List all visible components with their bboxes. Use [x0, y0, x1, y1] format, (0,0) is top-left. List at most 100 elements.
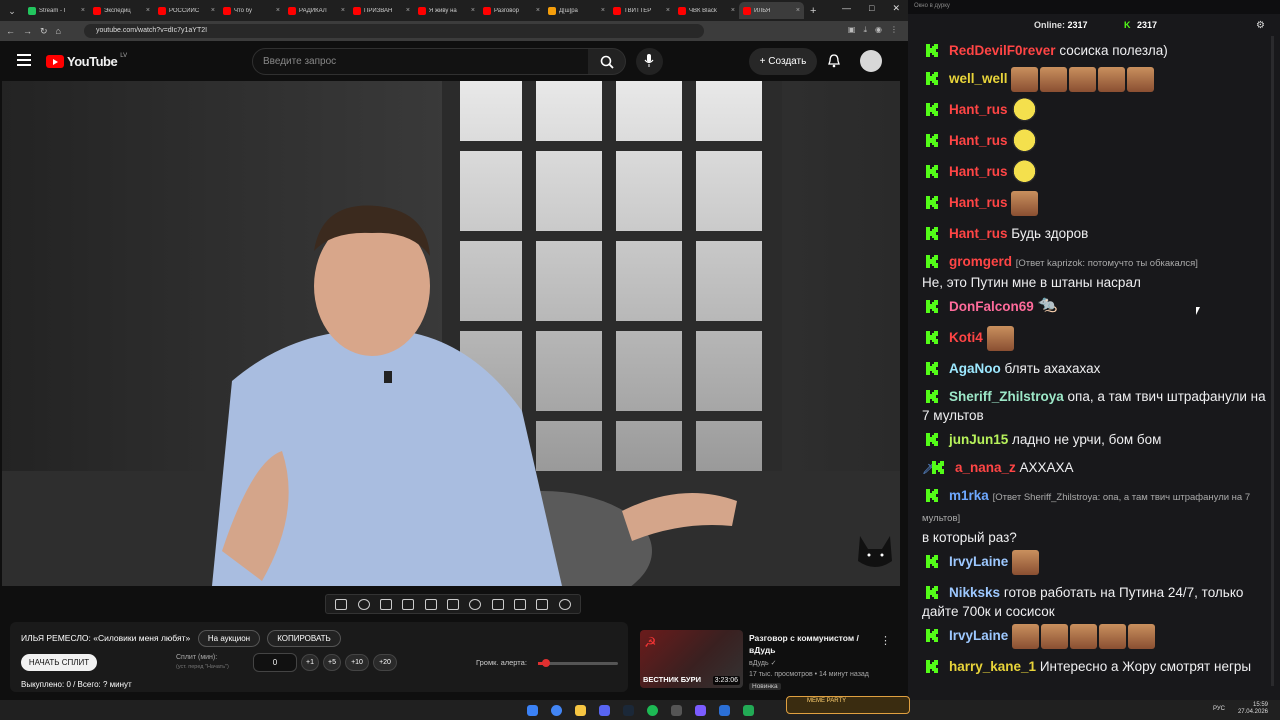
browser-tab[interactable]: ИЛЬЯ ×	[739, 2, 804, 19]
menu-icon[interactable]: ⋮	[890, 25, 898, 35]
browser-tab[interactable]: РОССИЙС ×	[154, 2, 219, 19]
chat-username[interactable]: gromgerd	[949, 254, 1012, 269]
bee-emote-icon[interactable]	[1011, 129, 1039, 154]
tab-search-icon[interactable]: ⌄	[4, 3, 20, 19]
browser-tab[interactable]: Что бу ×	[219, 2, 284, 19]
close-tab-icon[interactable]: ×	[796, 7, 800, 14]
close-tab-icon[interactable]: ×	[81, 7, 85, 14]
bee-emote-icon[interactable]	[1011, 98, 1039, 123]
back-icon[interactable]: ←	[6, 26, 15, 36]
search-input[interactable]: Введите запрос	[252, 48, 592, 75]
chat-username[interactable]: AgaNoo	[949, 361, 1001, 376]
close-window-icon[interactable]: ✕	[892, 3, 900, 14]
screenshot-icon[interactable]	[379, 598, 392, 610]
browser-tab[interactable]: РАДИКАЛ ×	[284, 2, 349, 19]
app-icon[interactable]	[670, 704, 682, 716]
face-emote-icon[interactable]	[1040, 67, 1068, 92]
clock[interactable]: 15:59 27.04.2026	[1238, 702, 1268, 716]
theater-icon[interactable]	[491, 598, 504, 610]
chat-username[interactable]: Koti4	[949, 330, 983, 345]
avatar[interactable]	[860, 50, 882, 72]
browser-tab[interactable]: Д[ш]ра ×	[544, 2, 609, 19]
pip-icon[interactable]	[424, 598, 437, 610]
meme-party-widget[interactable]: MEME PARTY	[786, 696, 910, 714]
close-tab-icon[interactable]: ×	[666, 7, 670, 14]
minimize-icon[interactable]: —	[842, 3, 851, 14]
browser-tab[interactable]: ТВИТТЕР ×	[609, 2, 674, 19]
voice-search-button[interactable]	[636, 48, 663, 75]
telegram-icon[interactable]	[718, 704, 730, 716]
chat-username[interactable]: Hant_rus	[949, 133, 1008, 148]
face-emote-icon[interactable]	[1098, 67, 1126, 92]
chat-username[interactable]: Hant_rus	[949, 164, 1008, 179]
browser-tab[interactable]: Я живу на ×	[414, 2, 479, 19]
url-input[interactable]: youtube.com/watch?v=dIc7y1aYT2I	[84, 24, 704, 38]
face-emote-icon[interactable]	[1128, 624, 1156, 649]
more-options-icon[interactable]: ⋮	[880, 634, 891, 647]
browser-tab[interactable]: ПРИЗВАН ×	[349, 2, 414, 19]
close-tab-icon[interactable]: ×	[536, 7, 540, 14]
reload-icon[interactable]: ↻	[40, 26, 48, 37]
profile-icon[interactable]: ◉	[875, 25, 882, 35]
rat-emote-icon[interactable]: 🐀	[1038, 295, 1060, 320]
add-10-button[interactable]: +10	[345, 654, 369, 671]
add-1-button[interactable]: +1	[301, 654, 319, 671]
chat-username[interactable]: junJun15	[949, 432, 1008, 447]
face-emote-icon[interactable]	[1070, 624, 1098, 649]
menu-icon[interactable]	[17, 54, 31, 66]
settings-icon[interactable]: ⚙	[1256, 20, 1265, 31]
channel-name[interactable]: вДудь ✓	[749, 659, 776, 667]
close-tab-icon[interactable]: ×	[601, 7, 605, 14]
home-icon[interactable]: ⌂	[56, 26, 61, 36]
copy-button[interactable]: КОПИРОВАТЬ	[267, 630, 341, 647]
create-button[interactable]: + Создать	[749, 48, 817, 75]
speed-icon[interactable]	[469, 598, 482, 610]
face-emote-icon[interactable]	[986, 326, 1014, 351]
new-tab-icon[interactable]: +	[810, 5, 816, 17]
alert-volume-slider[interactable]	[538, 659, 618, 667]
face-emote-icon[interactable]	[1041, 624, 1069, 649]
chat-username[interactable]: DonFalcon69	[949, 299, 1034, 314]
download-icon[interactable]: ⤓	[863, 25, 867, 35]
youtube-logo[interactable]: YouTube LV	[46, 53, 127, 69]
loop-icon[interactable]	[335, 598, 348, 610]
browser-tab[interactable]: ЧВК Black ×	[674, 2, 739, 19]
chat-username[interactable]: IrvyLaine	[949, 554, 1008, 569]
close-tab-icon[interactable]: ×	[211, 7, 215, 14]
add-20-button[interactable]: +20	[373, 654, 397, 671]
forward-icon[interactable]: →	[23, 26, 32, 36]
broadcast-icon[interactable]	[357, 598, 370, 610]
face-emote-icon[interactable]	[1011, 191, 1039, 216]
chat-username[interactable]: Sheriff_Zhilstroya	[949, 389, 1064, 404]
recommended-video[interactable]: ☭ ВЕСТНИК БУРИ 3:23:06 Разговор с коммун…	[640, 630, 902, 692]
close-tab-icon[interactable]: ×	[341, 7, 345, 14]
maximize-icon[interactable]: □	[869, 3, 874, 14]
notifications-icon[interactable]	[826, 53, 842, 69]
chat-username[interactable]: RedDevilF0rever	[949, 43, 1056, 58]
start-split-button[interactable]: НАЧАТЬ СПЛИТ	[21, 654, 97, 671]
face-emote-icon[interactable]	[1012, 624, 1040, 649]
chat-username[interactable]: Nikksks	[949, 585, 1000, 600]
bee-emote-icon[interactable]	[1011, 160, 1039, 185]
face-emote-icon[interactable]	[1012, 550, 1040, 575]
face-emote-icon[interactable]	[1127, 67, 1155, 92]
face-emote-icon[interactable]	[1099, 624, 1127, 649]
kick-app-icon[interactable]	[742, 704, 754, 716]
chat-username[interactable]: m1rka	[949, 488, 989, 503]
add-5-button[interactable]: +5	[323, 654, 341, 671]
browser-tab[interactable]: Экспедиц ×	[89, 2, 154, 19]
film-icon[interactable]	[402, 598, 415, 610]
chat-scrollbar[interactable]	[1271, 36, 1274, 686]
start-icon[interactable]	[526, 704, 538, 716]
extension-icon[interactable]: ▣	[848, 25, 856, 35]
split-minutes-input[interactable]: 0	[253, 653, 297, 672]
chat-username[interactable]: a_nana_z	[955, 460, 1016, 475]
close-tab-icon[interactable]: ×	[471, 7, 475, 14]
video-thumbnail[interactable]: ☭ ВЕСТНИК БУРИ 3:23:06	[640, 630, 743, 688]
recommended-title[interactable]: Разговор с коммунистом / вДудь	[749, 632, 869, 656]
chat-username[interactable]: harry_kane_1	[949, 659, 1036, 674]
close-tab-icon[interactable]: ×	[276, 7, 280, 14]
auction-button[interactable]: На аукцион	[198, 630, 260, 647]
face-emote-icon[interactable]	[1069, 67, 1097, 92]
camera-icon[interactable]	[514, 598, 527, 610]
